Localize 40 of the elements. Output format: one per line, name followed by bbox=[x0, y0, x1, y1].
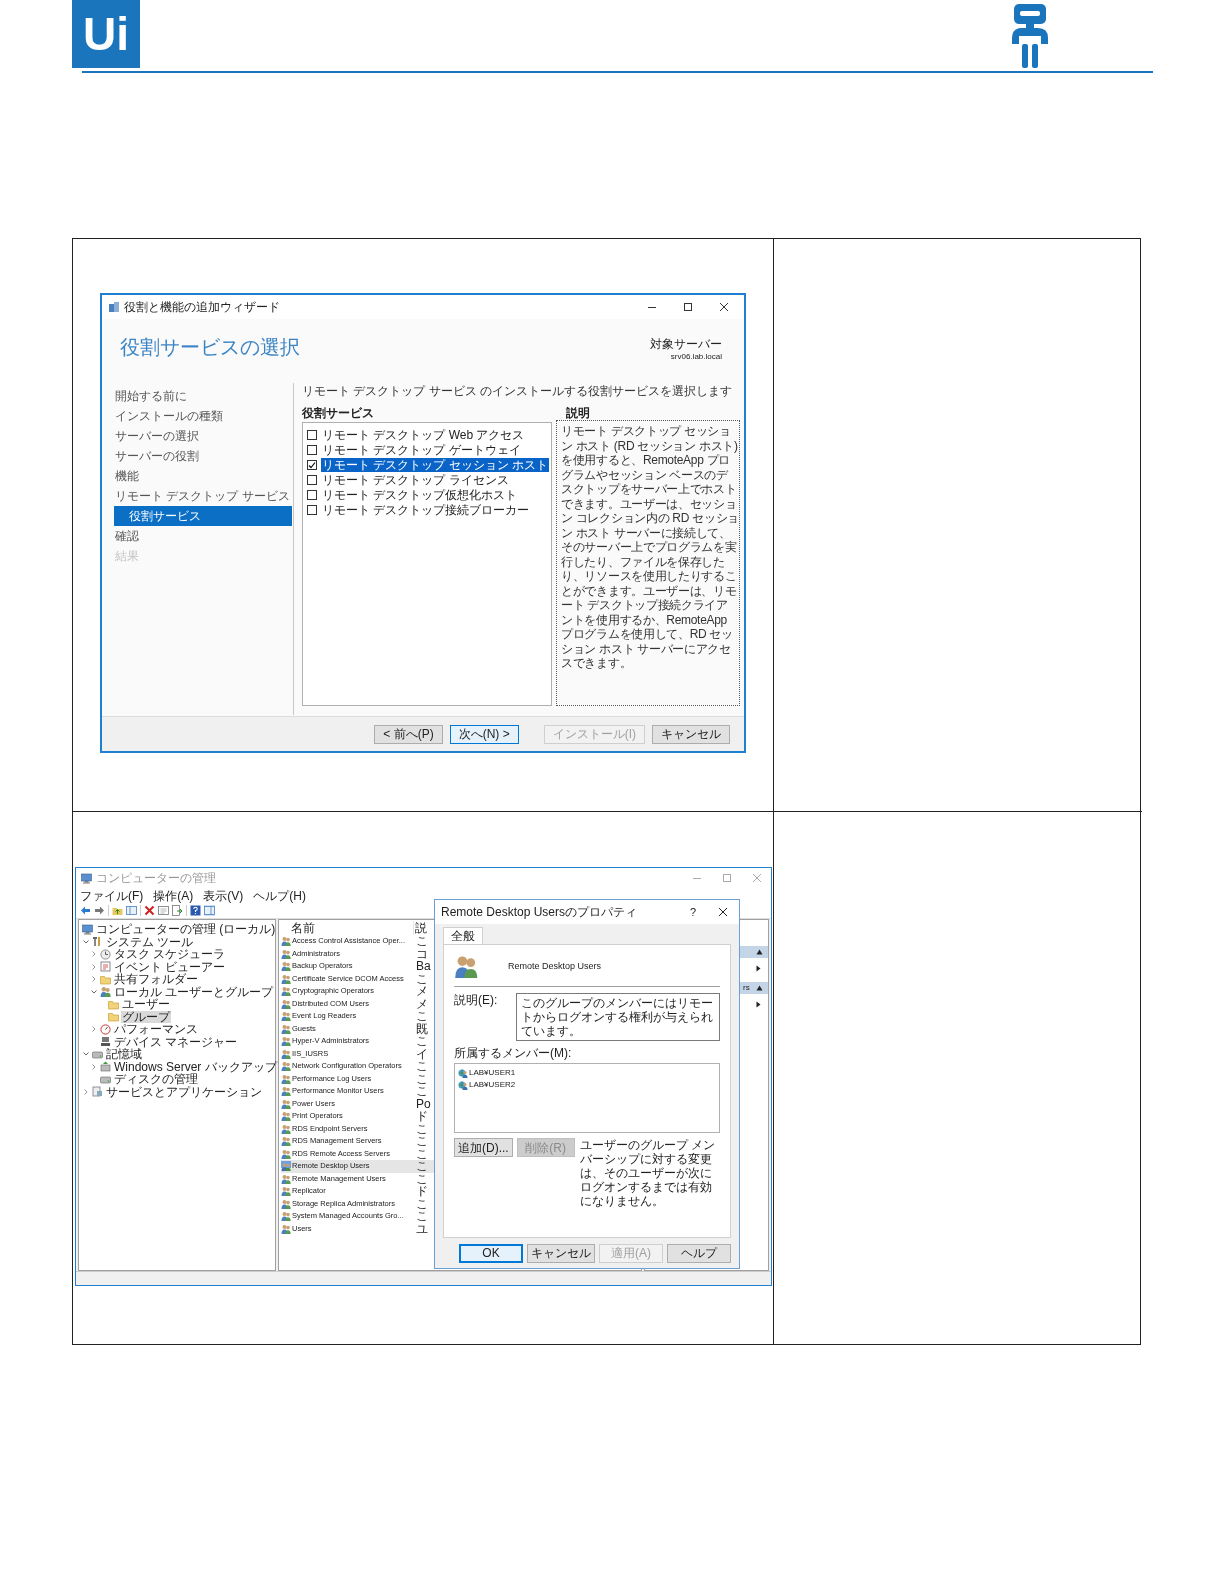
group-description: メ bbox=[416, 997, 428, 1010]
group-description: こ bbox=[416, 1210, 428, 1223]
window-title: コンピューターの管理 bbox=[96, 871, 216, 885]
logo: Ui bbox=[72, 0, 140, 68]
group-description: Po bbox=[416, 1097, 431, 1110]
group-description: Ba bbox=[416, 960, 431, 973]
group-description: こ bbox=[416, 1085, 428, 1098]
group-description: こ bbox=[416, 1197, 428, 1210]
group-description: こ bbox=[416, 935, 428, 948]
group-description: こ bbox=[416, 1010, 428, 1023]
group-name: Remote Desktop Users bbox=[508, 960, 602, 972]
field-label: 説明(E): bbox=[454, 993, 499, 1008]
dialog-title: Remote Desktop Usersのプロパティ bbox=[441, 905, 638, 919]
page-heading: 役割サービスの選択 bbox=[120, 335, 300, 359]
group-description: こ bbox=[416, 972, 428, 985]
group-description: こ bbox=[416, 1135, 428, 1148]
section-title: rs bbox=[742, 983, 750, 993]
instruction-text: リモート デスクトップ サービス のインストールする役割サービスを選択します bbox=[302, 384, 733, 398]
window-title: 役割と機能の追加ウィザード bbox=[124, 300, 280, 314]
group-description: こ bbox=[416, 1122, 428, 1135]
group-description: こ bbox=[416, 1172, 428, 1185]
group-description: こ bbox=[416, 1035, 428, 1048]
target-server-label: 対象サーバー bbox=[650, 337, 722, 351]
group-description: 既 bbox=[416, 1022, 428, 1035]
group-description: こ bbox=[416, 1147, 428, 1160]
group-description: こ bbox=[416, 1160, 428, 1173]
group-description: こ bbox=[416, 1072, 428, 1085]
description-text: リモート デスクトップ セッション ホスト (RD セッション ホスト) を使用すると、RemoteApp プログラムやセッション ベースのデスクトップをサーバー上でホストできます。ユーザーは、セッション コレクション内の RD セッション ホスト サーバーに接続して、そのサーバー上でプログラムを実行したり、ファイルを保存したり、リソースを使用したりすることができます。ユーザーは、リモート デスクトップ接続クライアントを使用するか、RemoteApp プログラムを使用して、RD セッション ホスト サーバーにアクセスできます。 bbox=[561, 424, 739, 671]
section-heading: 説明 bbox=[565, 406, 591, 420]
group-description: ド bbox=[416, 1110, 428, 1123]
section-heading: 役割サービス bbox=[302, 406, 375, 420]
group-description: メ bbox=[416, 985, 428, 998]
group-description: ユ bbox=[416, 1222, 428, 1235]
group-description: ド bbox=[416, 1185, 428, 1198]
membership-note: ユーザーのグループ メンバーシップに対する変更は、そのユーザーが次にログオンするまでは有効になりません。 bbox=[580, 1138, 717, 1208]
target-server-name: srv06.lab.local bbox=[670, 351, 722, 362]
group-description: コ bbox=[416, 947, 428, 960]
field-label: 所属するメンバー(M): bbox=[454, 1046, 573, 1060]
group-description: イ bbox=[416, 1047, 428, 1060]
group-description: こ bbox=[416, 1060, 428, 1073]
